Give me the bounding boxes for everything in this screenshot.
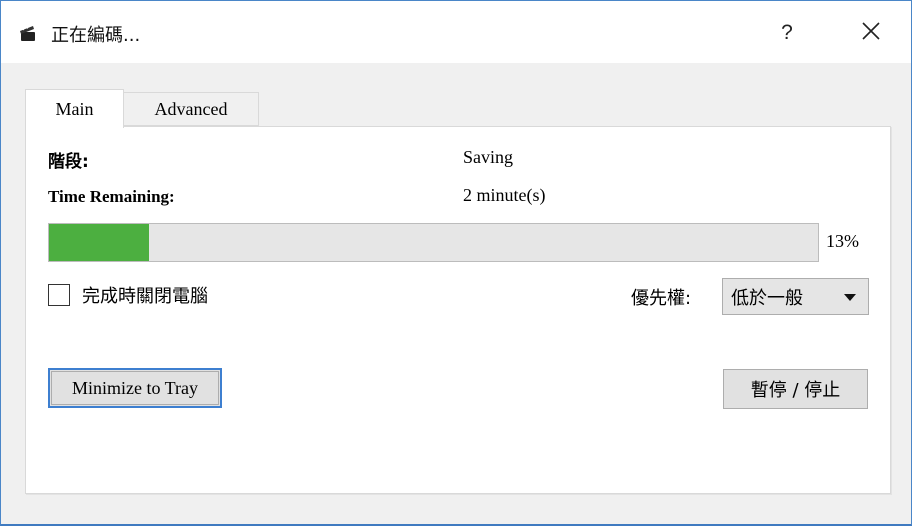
dropdown-arrow-icon bbox=[844, 294, 856, 301]
main-tab-panel: 階段: Saving Time Remaining: 2 minute(s) 1… bbox=[25, 126, 891, 494]
minimize-to-tray-label: Minimize to Tray bbox=[71, 377, 198, 398]
progress-bar-fill bbox=[49, 224, 149, 261]
progress-bar bbox=[48, 223, 819, 262]
pause-stop-button[interactable]: 暫停 / 停止 bbox=[723, 369, 868, 409]
time-remaining-value: 2 minute(s) bbox=[463, 185, 546, 205]
priority-selected-value: 低於一般 bbox=[731, 287, 803, 309]
shutdown-checkbox[interactable] bbox=[48, 284, 70, 306]
shutdown-checkbox-label[interactable]: 完成時關閉電腦 bbox=[82, 282, 208, 308]
minimize-to-tray-button[interactable]: Minimize to Tray bbox=[48, 368, 222, 408]
clapperboard-icon bbox=[19, 24, 37, 42]
tab-advanced[interactable]: Advanced bbox=[123, 92, 259, 126]
help-button[interactable]: ? bbox=[771, 15, 803, 51]
encoding-dialog: 正在編碼... ? Main Advanced 階段: Saving Time … bbox=[0, 0, 912, 526]
priority-label: 優先權: bbox=[631, 288, 692, 309]
close-button[interactable] bbox=[851, 15, 891, 51]
stage-value: Saving bbox=[463, 147, 514, 167]
close-icon bbox=[861, 21, 881, 46]
progress-percent: 13% bbox=[826, 231, 859, 251]
stage-label: 階段: bbox=[48, 152, 89, 172]
window-title: 正在編碼... bbox=[51, 25, 141, 46]
priority-dropdown[interactable]: 低於一般 bbox=[722, 278, 869, 315]
title-bar[interactable]: 正在編碼... ? bbox=[1, 1, 911, 63]
tab-main[interactable]: Main bbox=[25, 89, 124, 128]
time-remaining-label: Time Remaining: bbox=[48, 187, 175, 206]
shutdown-checkbox-row[interactable]: 完成時關閉電腦 bbox=[48, 282, 208, 308]
